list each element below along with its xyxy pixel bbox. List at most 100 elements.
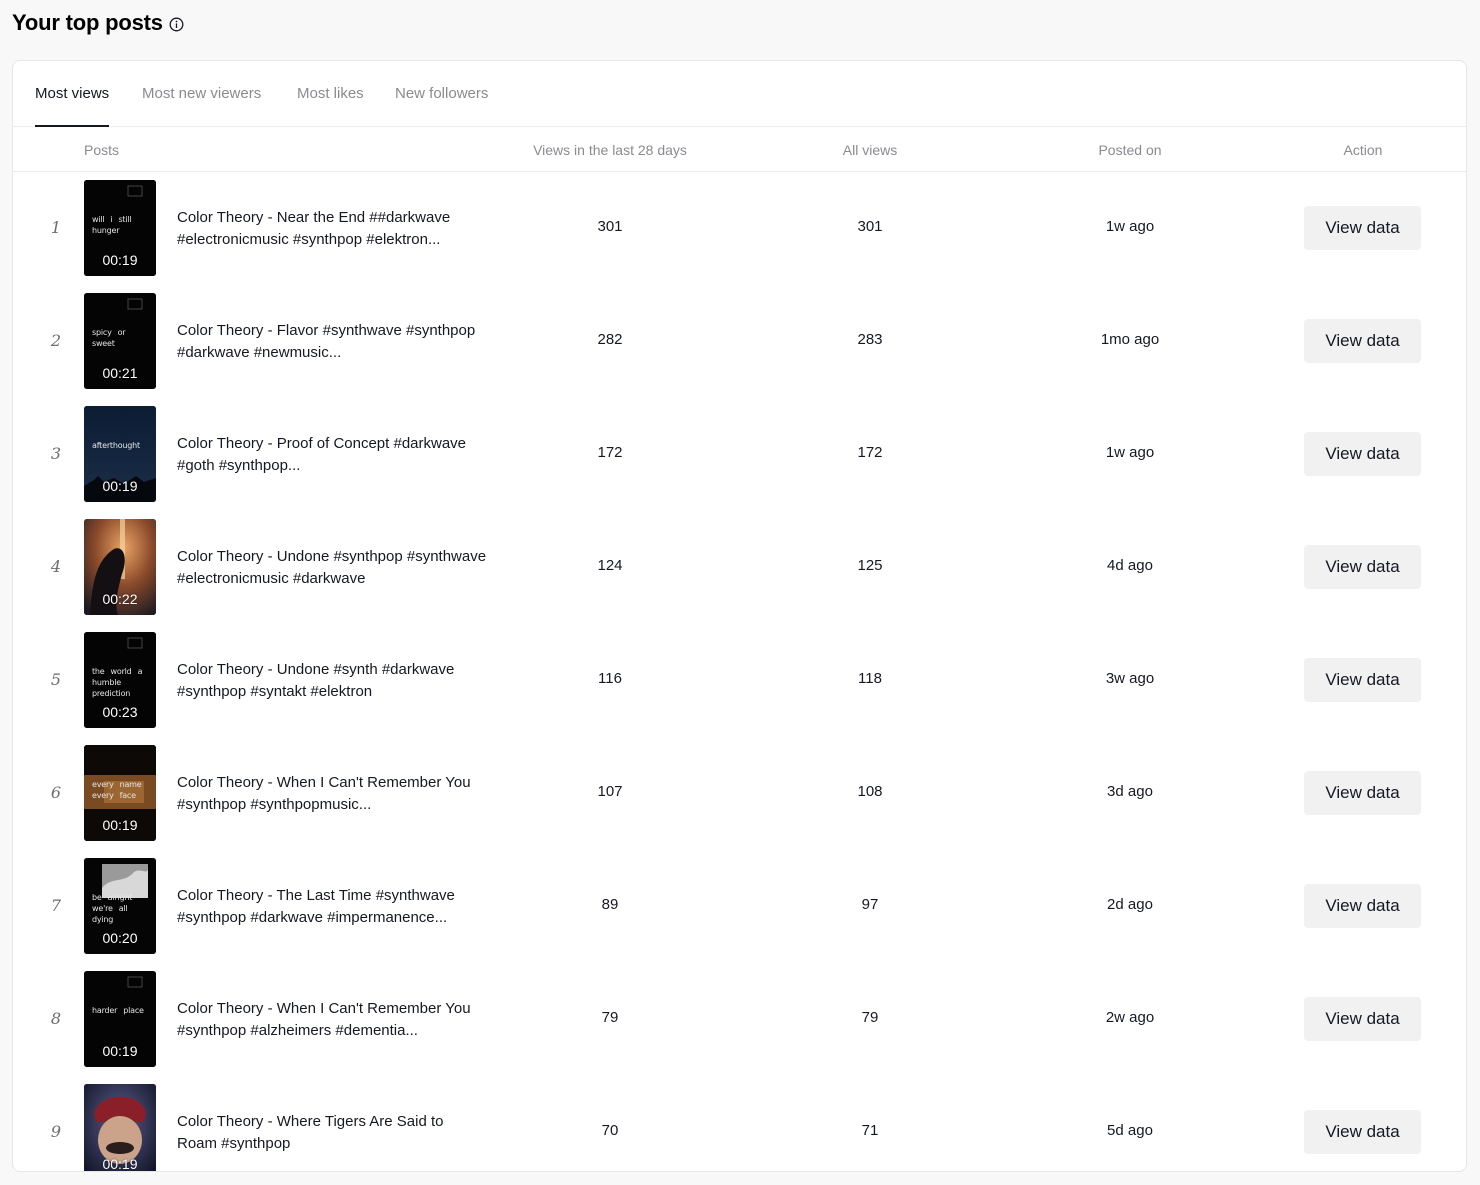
post-thumbnail[interactable]: the world a humble prediction 00:23 [84,632,156,728]
view-data-button[interactable]: View data [1304,545,1421,589]
thumbnail-word: alright [107,893,133,902]
video-duration: 00:19 [102,478,138,494]
all-views-value: 108 [857,783,883,800]
thumbnail-word: every [92,791,114,800]
tab-most-likes[interactable]: Most likes [297,85,364,127]
table-row: 9 00:19 Color Theory - Where Tigers Are Sa… [13,1076,1466,1172]
post-thumbnail[interactable]: afterthought 00:19 [84,406,156,502]
thumbnail-word: a [137,667,143,676]
post-caption[interactable]: Color Theory - When I Can't Remember You… [177,998,487,1042]
post-thumbnail[interactable]: every name every face 00:19 [84,745,156,841]
tab-new-followers[interactable]: New followers [395,85,488,127]
tab-bar: Most views Most new viewers Most likes N… [13,61,1466,127]
table-row: 1 will i still hunger 00:19 Color Theory - Nea… [13,172,1466,285]
all-views-value: 172 [857,444,883,461]
posted-on-value: 1w ago [1105,218,1155,235]
view-data-button[interactable]: View data [1304,997,1421,1041]
row-rank: 5 [50,670,62,689]
info-icon[interactable] [169,17,184,32]
table-row: 4 00:22 Color Theory - Undone #synthpop #s… [13,511,1466,624]
posted-on-value: 3w ago [1105,670,1155,687]
thumbnail-overlay-text: spicy or sweet [92,327,150,349]
post-caption[interactable]: Color Theory - Flavor #synthwave #synthp… [177,320,487,364]
thumbnail-overlay-text: will i still hunger [92,214,150,236]
post-caption[interactable]: Color Theory - Undone #synthpop #synthwa… [177,546,487,590]
posted-on-value: 4d ago [1107,557,1153,574]
row-rank: 2 [50,331,62,350]
thumbnail-word: the [92,667,105,676]
post-caption[interactable]: Color Theory - The Last Time #synthwave … [177,885,487,929]
post-thumbnail[interactable]: 00:22 [84,519,156,615]
table-row: 7 be alright we're all dying 00:20 Color Theory… [13,850,1466,963]
tab-most-views[interactable]: Most views [35,85,110,127]
thumbnail-word: face [119,791,136,800]
video-duration: 00:19 [102,1156,138,1172]
post-thumbnail[interactable]: be alright we're all dying 00:20 [84,858,156,954]
column-header-posted-on: Posted on [1098,142,1162,158]
table-row: 5 the world a humble prediction 00:23 Color The… [13,624,1466,737]
views-28-days-value: 301 [597,218,623,235]
post-thumbnail[interactable]: will i still hunger 00:19 [84,180,156,276]
thumbnail-word: prediction [92,689,131,698]
thumbnail-overlay-text: harder place [92,1005,150,1016]
row-rank: 4 [50,557,62,576]
post-caption[interactable]: Color Theory - Where Tigers Are Said to … [177,1111,487,1155]
post-thumbnail[interactable]: harder place 00:19 [84,971,156,1067]
column-header-action: Action [1343,142,1383,158]
posted-on-value: 2d ago [1107,896,1153,913]
thumbnail-word: sweet [92,339,115,348]
posted-on-value: 1w ago [1105,444,1155,461]
column-header-posts: Posts [84,142,120,158]
video-duration: 00:19 [102,817,138,833]
thumbnail-word: dying [92,915,114,924]
thumbnail-word: will [92,215,105,224]
column-header-all-views: All views [842,142,898,158]
thumbnail-word: still [118,215,132,224]
page-header: Your top posts [12,10,184,36]
row-rank: 6 [50,783,62,802]
thumbnail-word: name [119,780,142,789]
video-duration: 00:20 [102,930,138,946]
row-rank: 1 [50,218,62,237]
thumbnail-word: we're [92,904,113,913]
all-views-value: 125 [857,557,883,574]
tab-most-new-viewers[interactable]: Most new viewers [142,85,261,127]
view-data-button[interactable]: View data [1304,658,1421,702]
thumbnail-word: or [117,328,126,337]
view-data-button[interactable]: View data [1304,1110,1421,1154]
thumbnail-word: humble [92,678,121,687]
thumbnail-word: all [118,904,128,913]
post-caption[interactable]: Color Theory - Proof of Concept #darkwav… [177,433,487,477]
table-row: 6 every name every face 00:19 Color Theory - W… [13,737,1466,850]
table-header: Posts Views in the last 28 days All view… [13,127,1466,172]
post-caption[interactable]: Color Theory - When I Can't Remember You… [177,772,487,816]
post-caption[interactable]: Color Theory - Undone #synth #darkwave #… [177,659,487,703]
row-rank: 8 [50,1009,62,1028]
thumbnail-word: place [123,1006,144,1015]
views-28-days-value: 124 [597,557,623,574]
posted-on-value: 1mo ago [1100,331,1160,348]
views-28-days-value: 89 [601,896,619,913]
views-28-days-value: 282 [597,331,623,348]
video-duration: 00:21 [102,365,138,381]
post-thumbnail[interactable]: spicy or sweet 00:21 [84,293,156,389]
views-28-days-value: 79 [601,1009,619,1026]
posted-on-value: 3d ago [1107,783,1153,800]
view-data-button[interactable]: View data [1304,884,1421,928]
table-row: 3 afterthought 00:19 Color Theory - Proof o… [13,398,1466,511]
thumbnail-word: harder [92,1006,118,1015]
thumbnail-word: hunger [92,226,120,235]
view-data-button[interactable]: View data [1304,432,1421,476]
view-data-button[interactable]: View data [1304,771,1421,815]
post-caption[interactable]: Color Theory - Near the End ##darkwave #… [177,207,487,251]
thumbnail-overlay-text: be alright we're all dying [92,892,150,925]
view-data-button[interactable]: View data [1304,206,1421,250]
page-title: Your top posts [12,10,163,35]
view-data-button[interactable]: View data [1304,319,1421,363]
all-views-value: 283 [857,331,883,348]
thumbnail-overlay-text: afterthought [92,440,150,451]
thumbnail-word: every [92,780,114,789]
thumbnail-word: spicy [92,328,112,337]
post-thumbnail[interactable]: 00:19 [84,1084,156,1172]
posted-on-value: 2w ago [1105,1009,1155,1026]
